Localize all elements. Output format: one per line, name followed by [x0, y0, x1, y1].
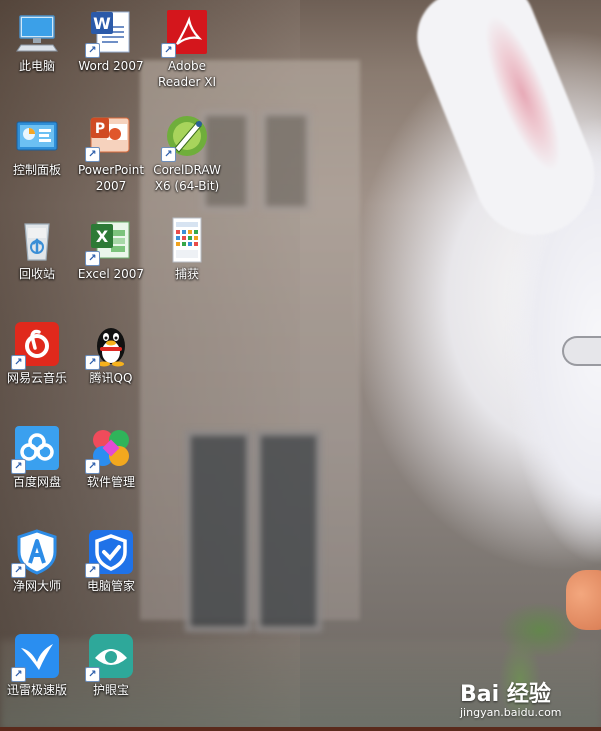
desktop-icon-label: Word 2007 [78, 59, 144, 73]
desktop-icon-label: 网易云音乐 [6, 371, 67, 385]
eye-icon: ↗ [85, 632, 135, 682]
svg-text:W: W [93, 14, 111, 33]
excel-icon: X ↗ [85, 216, 135, 266]
svg-text:X: X [96, 227, 109, 246]
shortcut-arrow-icon: ↗ [11, 355, 26, 370]
shortcut-arrow-icon: ↗ [85, 251, 100, 266]
desktop-icon-software-manager[interactable]: ↗ 软件管理 [74, 424, 148, 490]
desktop-icon-word-2007[interactable]: W ↗ Word 2007 [74, 8, 148, 74]
wallpaper-window [260, 110, 312, 212]
shortcut-arrow-icon: ↗ [161, 147, 176, 162]
desktop-icon-capture[interactable]: 捕获 [150, 216, 224, 282]
desktop-icon-label: 回收站 [18, 267, 55, 281]
desktop-icon-recycle-bin[interactable]: 回收站 [0, 216, 74, 282]
desktop-icon-label: 护眼宝 [92, 683, 129, 697]
desktop-icon-label: 迅雷极速版 [6, 683, 67, 697]
desktop-icon-label: 百度网盘 [12, 475, 61, 489]
clover-icon: ↗ [85, 424, 135, 474]
desktop-icon-label: 软件管理 [86, 475, 135, 489]
coreldraw-icon: ↗ [161, 112, 211, 162]
shield-a-icon: ↗ [11, 528, 61, 578]
desktop-icon-excel-2007[interactable]: X ↗ Excel 2007 [74, 216, 148, 282]
shield-check-icon: ↗ [85, 528, 135, 578]
desktop-icon-adobe-reader[interactable]: ↗ Adobe Reader XI [150, 8, 224, 90]
desktop-icon-control-panel[interactable]: 控制面板 [0, 112, 74, 178]
shortcut-arrow-icon: ↗ [11, 563, 26, 578]
powerpoint-icon: P ↗ [85, 112, 135, 162]
desktop-icon-label: 捕获 [174, 267, 199, 281]
wallpaper-window [255, 430, 322, 632]
taskbar-edge [0, 727, 601, 731]
pdf-icon: ↗ [161, 8, 211, 58]
desktop-icon-this-pc[interactable]: 此电脑 [0, 8, 74, 74]
desktop-icon-label: CorelDRAW X6 (64-Bit) [153, 163, 221, 193]
desktop-icon-xunlei[interactable]: ↗ 迅雷极速版 [0, 632, 74, 698]
shortcut-arrow-icon: ↗ [85, 355, 100, 370]
wallpaper-bunny-eye [562, 336, 601, 366]
desktop-icon-label: 腾讯QQ [89, 371, 133, 385]
desktop-icon-baidu-netdisk[interactable]: ↗ 百度网盘 [0, 424, 74, 490]
desktop-icon-pc-manager[interactable]: ↗ 电脑管家 [74, 528, 148, 594]
desktop-icon-label: 电脑管家 [86, 579, 135, 593]
computer-icon [13, 8, 61, 56]
qq-penguin-icon: ↗ [85, 320, 135, 370]
wallpaper-window [185, 430, 252, 632]
desktop-icon-label: 此电脑 [18, 59, 55, 73]
desktop-icon-jingwang-master[interactable]: ↗ 净网大师 [0, 528, 74, 594]
control-panel-icon [13, 112, 61, 160]
image-file-icon [163, 216, 211, 264]
desktop-icon-label: Adobe Reader XI [157, 59, 217, 89]
wallpaper-carrot [566, 570, 601, 630]
desktop-icon-label: Excel 2007 [77, 267, 145, 281]
baidu-jingyan-watermark: Bai 经验 jingyan.baidu.com [460, 676, 562, 719]
recycle-bin-icon [13, 216, 61, 264]
shortcut-arrow-icon: ↗ [85, 43, 100, 58]
desktop-icon-label: PowerPoint 2007 [77, 163, 145, 193]
netease-music-icon: ↗ [11, 320, 61, 370]
desktop-icon-powerpoint-2007[interactable]: P ↗ PowerPoint 2007 [74, 112, 148, 194]
watermark-url: jingyan.baidu.com [460, 706, 562, 719]
shortcut-arrow-icon: ↗ [85, 147, 100, 162]
shortcut-arrow-icon: ↗ [85, 563, 100, 578]
shortcut-arrow-icon: ↗ [85, 459, 100, 474]
watermark-logo: Bai 经验 [460, 682, 551, 707]
shortcut-arrow-icon: ↗ [85, 667, 100, 682]
bird-icon: ↗ [11, 632, 61, 682]
desktop-icon-coreldraw[interactable]: ↗ CorelDRAW X6 (64-Bit) [150, 112, 224, 194]
desktop-icon-label: 控制面板 [12, 163, 61, 177]
cloud-icon: ↗ [11, 424, 61, 474]
shortcut-arrow-icon: ↗ [161, 43, 176, 58]
desktop-icon-eye-protector[interactable]: ↗ 护眼宝 [74, 632, 148, 698]
desktop-icon-netease-music[interactable]: ↗ 网易云音乐 [0, 320, 74, 386]
shortcut-arrow-icon: ↗ [11, 667, 26, 682]
svg-text:P: P [95, 121, 105, 137]
desktop-icon-label: 净网大师 [12, 579, 61, 593]
desktop-icon-tencent-qq[interactable]: ↗ 腾讯QQ [74, 320, 148, 386]
word-icon: W ↗ [85, 8, 135, 58]
shortcut-arrow-icon: ↗ [11, 459, 26, 474]
